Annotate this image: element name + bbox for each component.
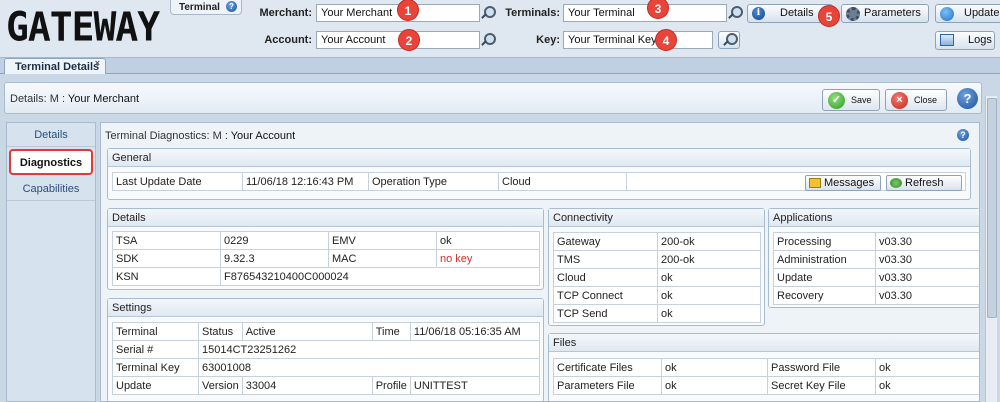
table-row: Recovery v03.30 (773, 286, 979, 305)
applications-title: Applications (769, 209, 979, 227)
close-icon: × (891, 92, 908, 109)
details-group: Details TSA 0229 EMV ok SDK 9.32.3 MAC n… (107, 208, 544, 290)
files-table: Certificate Files ok Password File ok Pa… (553, 358, 979, 395)
files-title: Files (549, 334, 979, 352)
mac-status: no key (436, 249, 540, 268)
badge-4: 4 (655, 29, 677, 51)
applications-table: Processing v03.30 Administration v03.30 Up… (773, 232, 979, 305)
panel-title: Terminal Diagnostics: M : Your Account (105, 130, 296, 142)
files-group: Files Certificate Files ok Password File… (548, 333, 979, 401)
help-icon[interactable]: ? (226, 1, 237, 12)
save-button[interactable]: ✓ Save (822, 89, 880, 111)
logs-icon (940, 34, 954, 46)
general-title: General (108, 149, 970, 167)
badge-5: 5 (818, 5, 840, 27)
terminal-chip[interactable]: Terminal ? (170, 0, 242, 15)
help-icon[interactable]: ? (957, 129, 969, 141)
terminals-input[interactable]: Your Terminal (563, 4, 727, 22)
tab-terminal-details[interactable]: Terminal Details × (4, 58, 106, 75)
settings-title: Settings (108, 299, 543, 317)
checkmark-icon: ✓ (828, 92, 845, 109)
table-row: Processing v03.30 (773, 232, 979, 251)
details-title: Details (108, 209, 543, 227)
close-button[interactable]: × Close (885, 89, 947, 111)
details-table: TSA 0229 EMV ok SDK 9.32.3 MAC no key KS… (112, 231, 540, 286)
left-nav: Details Diagnostics Capabilities (6, 122, 96, 402)
connectivity-title: Connectivity (549, 209, 764, 227)
table-row: Cloud ok (553, 268, 761, 287)
table-row: Parameters File ok Secret Key File ok (553, 376, 979, 395)
table-row: Certificate Files ok Password File ok (553, 358, 979, 377)
badge-1: 1 (397, 0, 419, 21)
header: GATEWAY Terminal ? Merchant: Your Mercha… (0, 0, 1000, 57)
details-bar: Details: M : Your Merchant ✓ Save × Clos… (4, 82, 982, 114)
key-search-icon (722, 33, 738, 47)
account-search-icon[interactable] (480, 33, 496, 47)
key-input[interactable]: Your Terminal Key (563, 31, 713, 49)
table-row: Update Version 33004 Profile UNITTEST (112, 376, 541, 395)
nav-item-diagnostics[interactable]: Diagnostics (9, 149, 93, 175)
refresh-icon (890, 178, 902, 188)
general-group: General Last Update Date 11/06/18 12:16:… (107, 148, 971, 200)
key-search-button[interactable] (718, 31, 740, 49)
connectivity-group: Connectivity Gateway 200-ok TMS 200-ok Clo… (548, 208, 765, 326)
gear-icon (846, 7, 860, 21)
info-icon: i (752, 7, 765, 20)
terminals-label: Terminals: (505, 7, 560, 19)
terminals-search-icon[interactable] (727, 6, 743, 20)
nav-item-capabilities[interactable]: Capabilities (7, 177, 95, 201)
terminal-chip-label: Terminal (179, 2, 220, 13)
table-row: Terminal Key 63001008 (112, 358, 540, 377)
parameters-button[interactable]: Parameters (841, 4, 929, 23)
details-bar-title: Details: M : Your Merchant (10, 93, 140, 105)
help-icon[interactable]: ? (957, 88, 978, 109)
table-row: KSN F876543210400C000024 (112, 267, 540, 286)
badge-2: 2 (398, 29, 420, 51)
logs-button[interactable]: Logs (935, 31, 995, 50)
refresh-button[interactable]: Refresh (886, 175, 962, 191)
scroll-thumb[interactable] (987, 98, 997, 318)
key-label: Key: (536, 34, 560, 46)
table-row: Serial # 15014CT23251262 (112, 340, 540, 359)
applications-group: Applications Processing v03.30 Administra… (768, 208, 979, 308)
content-area: Details: M : Your Merchant ✓ Save × Clos… (0, 74, 1000, 402)
table-row: TCP Send ok (553, 304, 761, 323)
settings-table: Terminal Status Active Time 11/06/18 05:… (112, 322, 541, 395)
table-row: Update v03.30 (773, 268, 979, 287)
settings-group: Settings Terminal Status Active Time 11/… (107, 298, 544, 401)
messages-button[interactable]: Messages (805, 175, 881, 191)
table-row: TSA 0229 EMV ok (112, 231, 540, 250)
table-row: Gateway 200-ok (553, 232, 761, 251)
diagnostics-panel: Terminal Diagnostics: M : Your Account ?… (100, 122, 980, 402)
table-row: TCP Connect ok (553, 286, 761, 305)
update-button[interactable]: Update (935, 4, 1000, 23)
connectivity-table: Gateway 200-ok TMS 200-ok Cloud ok TCP Conn… (553, 232, 761, 323)
table-row: Administration v03.30 (773, 250, 979, 269)
messages-icon (809, 178, 821, 188)
merchant-search-icon[interactable] (480, 6, 496, 20)
nav-item-details[interactable]: Details (7, 123, 95, 147)
gateway-logo: GATEWAY (6, 3, 160, 51)
vertical-scrollbar[interactable] (985, 96, 997, 402)
tab-close-icon[interactable]: × (95, 58, 100, 68)
tab-strip: Terminal Details × (0, 57, 1000, 75)
table-row: SDK 9.32.3 MAC no key (112, 249, 540, 268)
table-row: TMS 200-ok (553, 250, 761, 269)
update-icon (940, 7, 954, 21)
merchant-label: Merchant: (259, 7, 312, 19)
account-label: Account: (264, 34, 312, 46)
table-row: Terminal Status Active Time 11/06/18 05:… (112, 322, 541, 341)
